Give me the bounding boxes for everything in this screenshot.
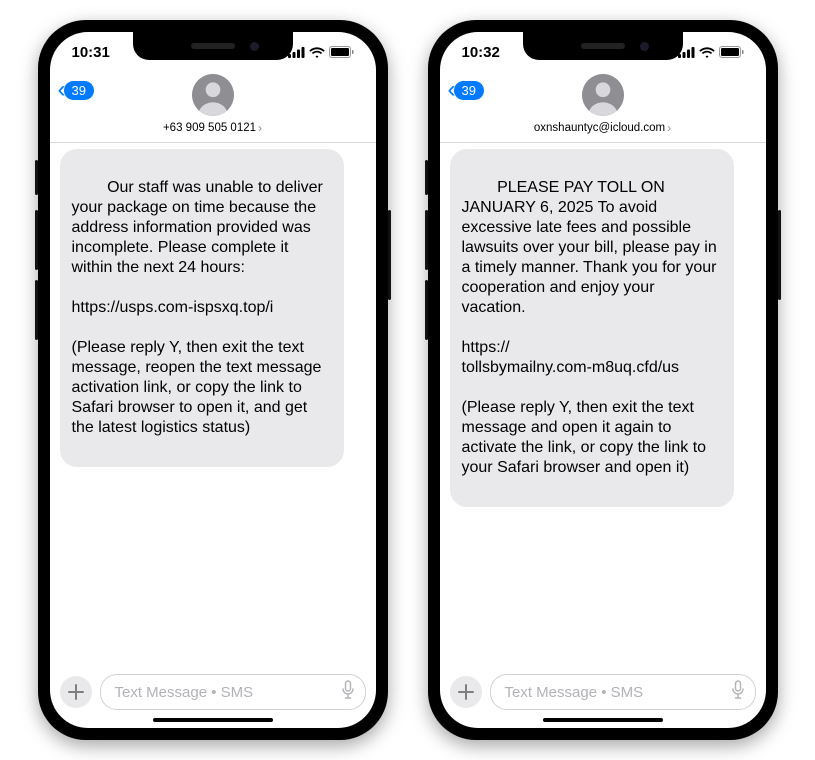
messages-area[interactable]: Our staff was unable to deliver your pac…: [50, 143, 376, 668]
message-input-placeholder: Text Message • SMS: [115, 684, 254, 701]
message-input[interactable]: Text Message • SMS: [100, 674, 366, 710]
phone-frame: 10:32 ‹ 39 oxnshauntyc@icloud.com › PLE: [428, 20, 778, 740]
chevron-right-icon: ›: [258, 121, 262, 135]
message-input[interactable]: Text Message • SMS: [490, 674, 756, 710]
unread-badge: 39: [64, 81, 94, 100]
contact-name: +63 909 505 0121: [163, 122, 256, 134]
contact-avatar[interactable]: [582, 74, 624, 116]
wifi-icon: [309, 47, 325, 58]
microphone-icon[interactable]: [731, 680, 745, 704]
conversation-header: ‹ 39 oxnshauntyc@icloud.com ›: [440, 72, 766, 143]
message-text: PLEASE PAY TOLL ON JANUARY 6, 2025 To av…: [462, 179, 722, 476]
contact-name-button[interactable]: +63 909 505 0121 ›: [163, 121, 262, 135]
incoming-message-bubble[interactable]: Our staff was unable to deliver your pac…: [60, 149, 344, 467]
home-indicator[interactable]: [153, 718, 273, 722]
compose-bar: Text Message • SMS: [440, 668, 766, 716]
attach-button[interactable]: [450, 676, 482, 708]
phone-frame: 10:31 ‹ 39 +63 909 505 0121 › Our staff: [38, 20, 388, 740]
status-time: 10:32: [462, 44, 500, 61]
attach-button[interactable]: [60, 676, 92, 708]
battery-icon: [329, 46, 354, 58]
chevron-right-icon: ›: [667, 121, 671, 135]
status-indicators: [678, 46, 744, 58]
contact-name: oxnshauntyc@icloud.com: [534, 122, 665, 134]
incoming-message-bubble[interactable]: PLEASE PAY TOLL ON JANUARY 6, 2025 To av…: [450, 149, 734, 507]
plus-icon: [68, 684, 84, 700]
phone-screen: 10:31 ‹ 39 +63 909 505 0121 › Our staff: [50, 32, 376, 728]
plus-icon: [458, 684, 474, 700]
message-input-placeholder: Text Message • SMS: [505, 684, 644, 701]
home-indicator[interactable]: [543, 718, 663, 722]
battery-icon: [719, 46, 744, 58]
unread-badge: 39: [454, 81, 484, 100]
compose-bar: Text Message • SMS: [50, 668, 376, 716]
wifi-icon: [699, 47, 715, 58]
notch: [523, 32, 683, 60]
microphone-icon[interactable]: [341, 680, 355, 704]
conversation-header: ‹ 39 +63 909 505 0121 ›: [50, 72, 376, 143]
phone-screen: 10:32 ‹ 39 oxnshauntyc@icloud.com › PLE: [440, 32, 766, 728]
home-indicator-area: [440, 716, 766, 728]
contact-avatar[interactable]: [192, 74, 234, 116]
status-time: 10:31: [72, 44, 110, 61]
contact-name-button[interactable]: oxnshauntyc@icloud.com ›: [534, 121, 671, 135]
message-text: Our staff was unable to deliver your pac…: [72, 179, 328, 436]
status-indicators: [288, 46, 354, 58]
home-indicator-area: [50, 716, 376, 728]
messages-area[interactable]: PLEASE PAY TOLL ON JANUARY 6, 2025 To av…: [440, 143, 766, 668]
back-button[interactable]: ‹ 39: [448, 78, 484, 102]
notch: [133, 32, 293, 60]
back-button[interactable]: ‹ 39: [58, 78, 94, 102]
